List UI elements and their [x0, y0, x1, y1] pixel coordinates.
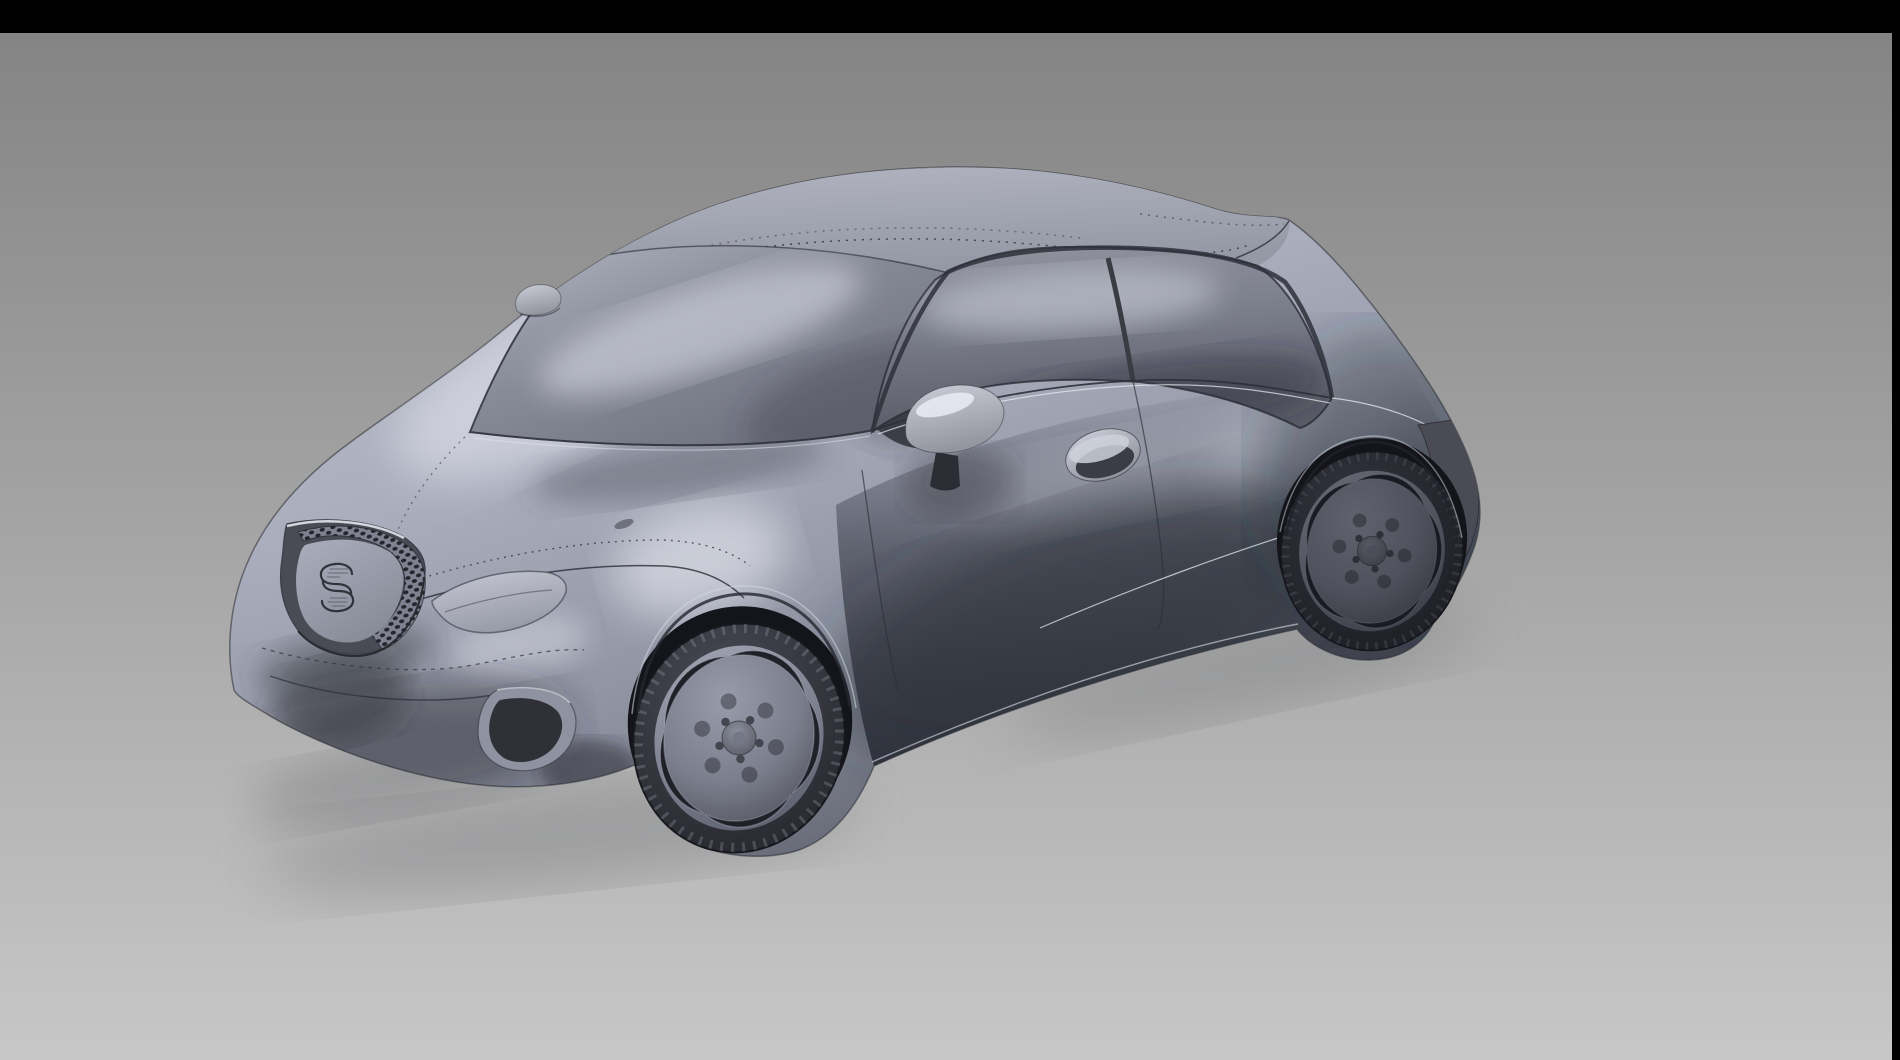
car-render-svg	[0, 0, 1900, 1060]
far-side-mirror[interactable]	[516, 285, 561, 317]
grille[interactable]	[281, 520, 426, 656]
application-window	[0, 0, 1900, 1060]
right-letterbox-bar	[1892, 0, 1900, 1060]
top-letterbox-bar	[0, 0, 1900, 33]
